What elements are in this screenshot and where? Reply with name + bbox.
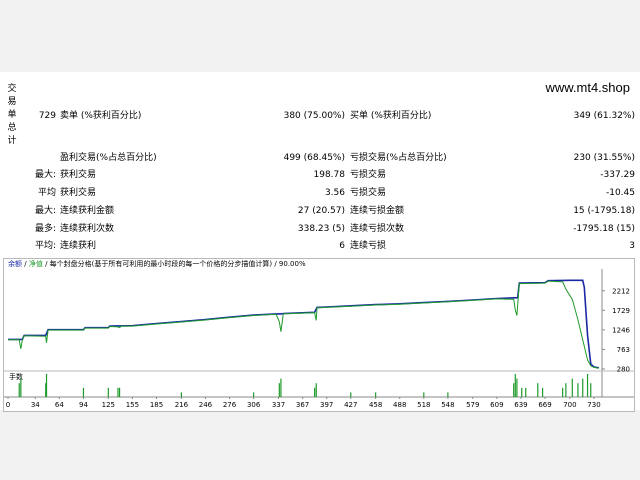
stats-right-value: 15 (-1795.18): [573, 206, 635, 216]
side-label-trade-summary: 交 易 单 总 计: [7, 84, 17, 146]
profit-trades-label: 盈利交易(%占总百分比): [60, 153, 157, 163]
stats-left-label: 连续获利金额: [60, 206, 115, 216]
stats-right-label: 亏损交易: [350, 170, 387, 180]
x-tick-label: 518: [417, 401, 430, 409]
watermark: www.mt4.shop: [545, 80, 630, 95]
x-tick-label: 548: [441, 401, 454, 409]
stats-prefix: 最多:: [34, 224, 56, 234]
x-tick-label: 700: [563, 401, 576, 409]
stats-prefix: 平均: [37, 188, 56, 198]
stats-left-value: 3.56: [324, 188, 345, 198]
stats-left-label: 连续获利: [60, 241, 97, 251]
x-tick-label: 246: [199, 401, 213, 409]
stats-left-label: 获利交易: [60, 188, 97, 198]
x-tick-label: 155: [126, 401, 139, 409]
x-tick-label: 125: [102, 401, 115, 409]
x-tick-label: 64: [55, 401, 64, 409]
total-trades-value: 729: [38, 111, 56, 121]
x-tick-label: 488: [393, 401, 406, 409]
stats-right-value: -337.29: [600, 170, 635, 180]
bottom-background: [0, 410, 640, 480]
short-trades-value: 380 (75.00%): [283, 111, 345, 121]
long-trades-label: 买单 (%获利百分比): [350, 111, 432, 121]
top-background: [0, 0, 640, 72]
y-tick-label: 2212: [612, 287, 630, 295]
long-trades-value: 349 (61.32%): [573, 111, 635, 121]
x-tick-label: 458: [369, 401, 382, 409]
x-tick-label: 306: [247, 401, 261, 409]
stats-left-value: 198.78: [313, 170, 346, 180]
balance-series-line: [8, 279, 599, 369]
stats-right-label: 连续亏损: [350, 241, 387, 251]
stats-left-label: 获利交易: [60, 170, 97, 180]
loss-trades-label: 亏损交易(%占总百分比): [350, 153, 447, 163]
x-tick-label: 34: [31, 401, 40, 409]
x-tick-label: 185: [150, 401, 163, 409]
lots-label: 手数: [9, 373, 23, 381]
x-tick-label: 276: [223, 401, 237, 409]
y-tick-label: 763: [617, 346, 630, 354]
short-trades-label: 卖单 (%获利百分比): [60, 111, 142, 121]
equity-series-line: [8, 280, 599, 369]
x-tick-label: 579: [466, 401, 479, 409]
stats-right-label: 亏损交易: [350, 188, 387, 198]
chart-plot: 2212 1729 1246 763 280 0 34 64 94 125 155 185 216 24…: [4, 269, 634, 409]
stats-right-value: -10.45: [605, 188, 635, 198]
stats-left-value: 27 (20.57): [297, 206, 345, 216]
x-tick-label: 427: [344, 401, 357, 409]
x-tick-label: 0: [6, 401, 10, 409]
stats-left-value: 6: [339, 241, 345, 251]
x-tick-label: 216: [175, 401, 189, 409]
equity-chart: 余额 / 净值 / 每个封盘分格(基于所有可利用的最小时段的每一个价格的分步描值…: [3, 258, 635, 412]
x-tick-label: 730: [587, 401, 600, 409]
stats-right-label: 连续亏损金额: [350, 206, 405, 216]
x-tick-label: 397: [320, 401, 333, 409]
x-tick-label: 609: [490, 401, 503, 409]
profit-trades-value: 499 (68.45%): [283, 153, 345, 163]
stats-prefix: 最大:: [34, 206, 56, 216]
y-tick-label: 1246: [612, 326, 630, 334]
stats-right-value: -1795.18 (15): [573, 224, 635, 234]
stats-prefix: 平均:: [34, 241, 56, 251]
y-tick-label: 280: [617, 366, 630, 374]
x-tick-label: 367: [296, 401, 309, 409]
stats-left-value: 338.23 (5): [297, 224, 345, 234]
x-tick-label: 94: [79, 401, 88, 409]
x-tick-label: 639: [514, 401, 527, 409]
stats-prefix: 最大:: [34, 170, 56, 180]
stats-left-label: 连续获利次数: [60, 224, 115, 234]
x-tick-label: 669: [538, 401, 551, 409]
y-tick-label: 1729: [612, 307, 630, 315]
loss-trades-value: 230 (31.55%): [573, 153, 635, 163]
stats-right-value: 3: [629, 241, 635, 251]
stats-right-label: 连续亏损次数: [350, 224, 405, 234]
x-tick-label: 337: [272, 401, 285, 409]
